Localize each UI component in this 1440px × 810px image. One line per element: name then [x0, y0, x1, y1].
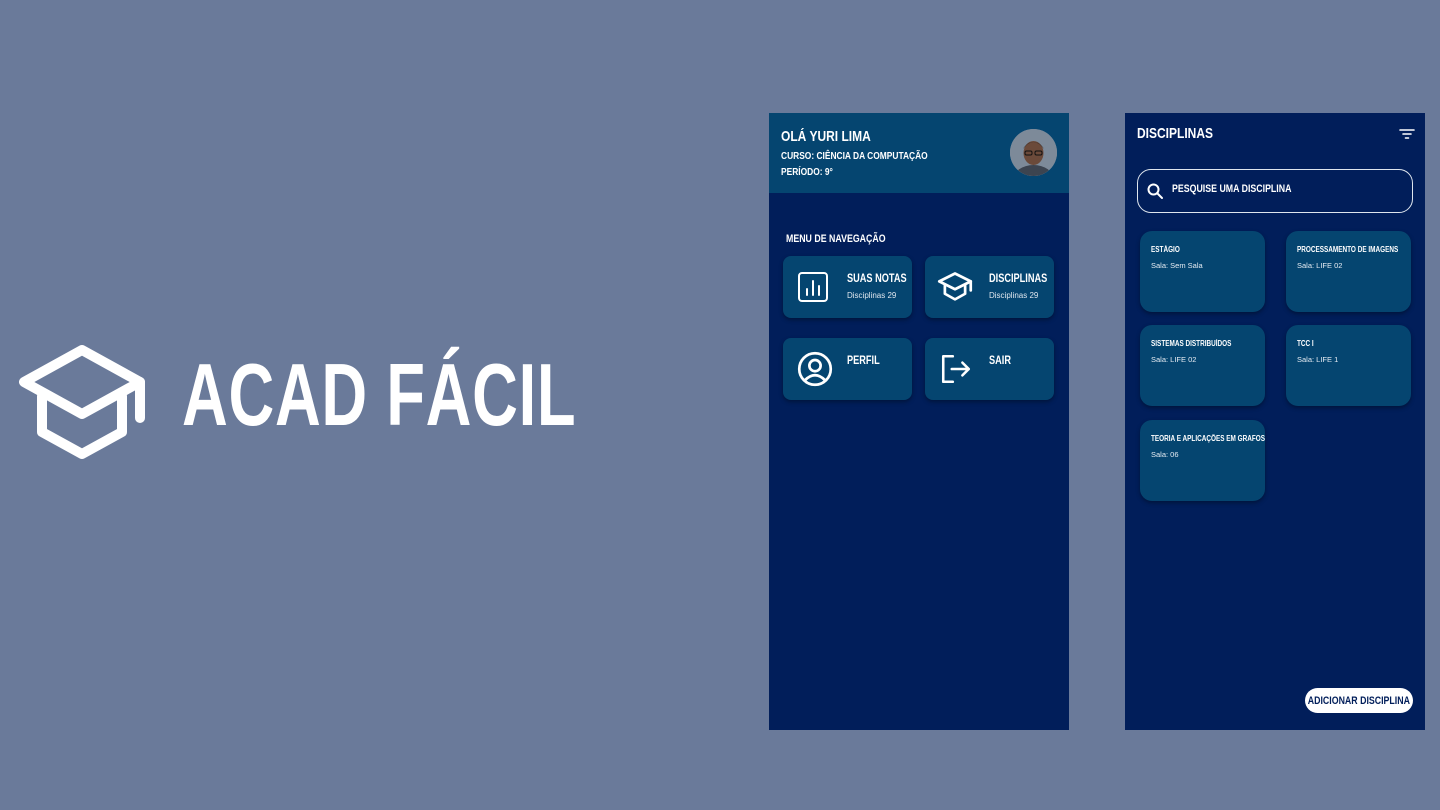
discipline-card[interactable]: ESTÁGIO Sala: Sem Sala: [1140, 231, 1265, 312]
discipline-card[interactable]: TCC I Sala: LIFE 1: [1286, 325, 1411, 406]
nav-menu-title: MENU DE NAVEGAÇÃO: [786, 233, 886, 245]
avatar-photo: [1010, 129, 1057, 176]
tile-count: Disciplinas 29: [989, 291, 1039, 300]
page-title: DISCIPLINAS: [1137, 125, 1214, 142]
brand-logo: [12, 340, 152, 470]
discipline-room: Sala: LIFE 02: [1297, 261, 1343, 270]
search-input[interactable]: PESQUISE UMA DISCIPLINA: [1137, 169, 1413, 213]
tile-suas-notas[interactable]: SUAS NOTAS Disciplinas 29: [783, 256, 912, 318]
tile-label: DISCIPLINAS: [989, 273, 1048, 285]
discipline-room: Sala: LIFE 02: [1151, 355, 1197, 364]
filter-icon[interactable]: [1399, 128, 1415, 140]
search-placeholder: PESQUISE UMA DISCIPLINA: [1172, 183, 1292, 195]
discipline-card[interactable]: TEORIA E APLICAÇÕES EM GRAFOS Sala: 06: [1140, 420, 1265, 501]
avatar[interactable]: [1010, 129, 1057, 176]
discipline-name: TCC I: [1297, 339, 1314, 348]
discipline-room: Sala: 06: [1151, 450, 1179, 459]
tile-perfil[interactable]: PERFIL: [783, 338, 912, 400]
discipline-name: SISTEMAS DISTRIBUÍDOS: [1151, 339, 1232, 348]
greeting: OLÁ YURI LIMA: [781, 128, 871, 145]
discipline-card[interactable]: PROCESSAMENTO DE IMAGENS Sala: LIFE 02: [1286, 231, 1411, 312]
search-icon: [1147, 183, 1163, 199]
graduation-cap-icon: [937, 272, 973, 301]
app-title: ACAD FÁCIL: [182, 345, 577, 444]
graduation-cap-icon: [19, 345, 145, 459]
home-screen: OLÁ YURI LIMA CURSO: CIÊNCIA DA COMPUTAÇ…: [769, 113, 1069, 730]
discipline-room: Sala: Sem Sala: [1151, 261, 1203, 270]
discipline-name: ESTÁGIO: [1151, 245, 1180, 254]
discipline-room: Sala: LIFE 1: [1297, 355, 1339, 364]
tile-label: SUAS NOTAS: [847, 273, 907, 285]
course-label: CURSO: CIÊNCIA DA COMPUTAÇÃO: [781, 150, 928, 162]
discipline-card[interactable]: SISTEMAS DISTRIBUÍDOS Sala: LIFE 02: [1140, 325, 1265, 406]
logout-icon: [941, 354, 971, 384]
bar-chart-icon: [798, 272, 828, 302]
add-discipline-button[interactable]: ADICIONAR DISCIPLINA: [1305, 688, 1413, 713]
tile-sair[interactable]: SAIR: [925, 338, 1054, 400]
tile-count: Disciplinas 29: [847, 291, 897, 300]
discipline-name: TEORIA E APLICAÇÕES EM GRAFOS: [1151, 434, 1266, 443]
tile-disciplinas[interactable]: DISCIPLINAS Disciplinas 29: [925, 256, 1054, 318]
add-discipline-label: ADICIONAR DISCIPLINA: [1307, 694, 1411, 707]
profile-header: OLÁ YURI LIMA CURSO: CIÊNCIA DA COMPUTAÇ…: [769, 113, 1069, 193]
period-label: PERÍODO: 9°: [781, 166, 833, 178]
disciplinas-screen: DISCIPLINAS PESQUISE UMA DISCIPLINA ESTÁ…: [1125, 113, 1425, 730]
tile-label: PERFIL: [847, 355, 880, 367]
discipline-name: PROCESSAMENTO DE IMAGENS: [1297, 245, 1399, 254]
user-circle-icon: [797, 351, 833, 387]
tile-label: SAIR: [989, 355, 1011, 367]
